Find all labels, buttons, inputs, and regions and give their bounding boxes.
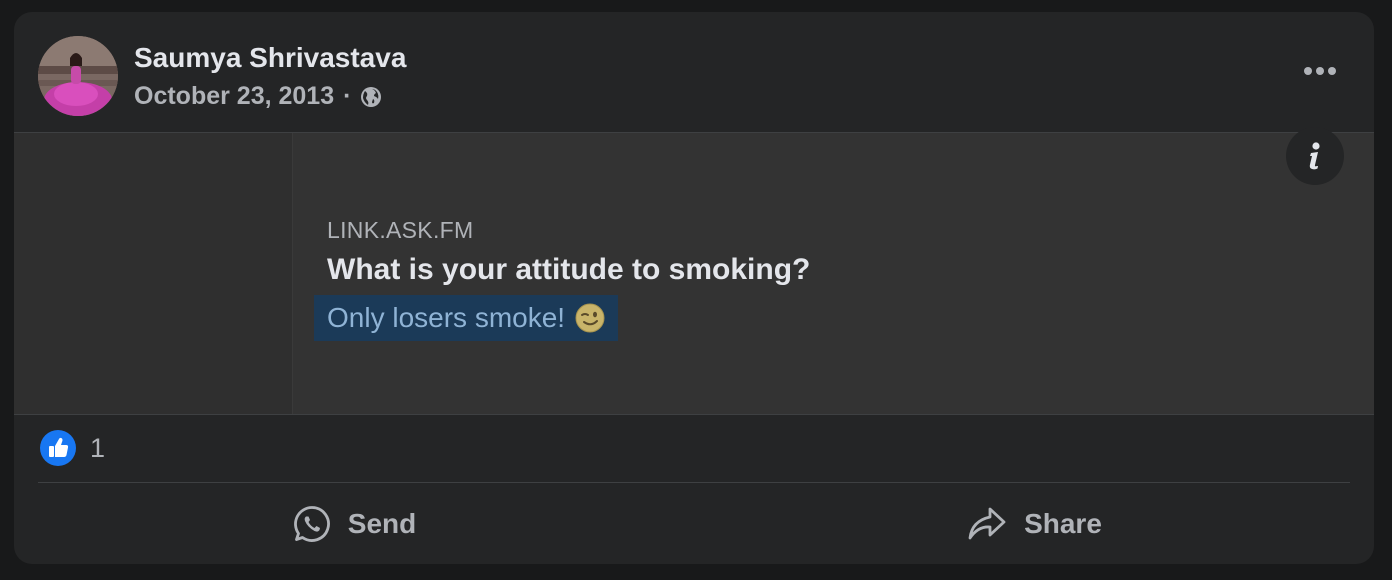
more-dots-icon bbox=[1304, 67, 1336, 75]
reactions-summary[interactable]: 1 bbox=[40, 430, 105, 466]
link-domain: LINK.ASK.FM bbox=[327, 217, 474, 243]
post-header: Saumya Shrivastava October 23, 2013 · bbox=[14, 12, 1374, 132]
post-date[interactable]: October 23, 2013 bbox=[134, 82, 334, 111]
actions-divider bbox=[38, 482, 1350, 483]
link-title[interactable]: What is your attitude to smoking? bbox=[327, 253, 810, 287]
like-count: 1 bbox=[90, 432, 106, 463]
meta-separator: · bbox=[343, 82, 352, 110]
link-preview[interactable]: LINK.ASK.FM What is your attitude to smo… bbox=[14, 127, 1374, 415]
link-thumbnail[interactable] bbox=[14, 133, 293, 414]
whatsapp-icon bbox=[293, 506, 330, 542]
send-label: Send bbox=[347, 508, 417, 539]
like-icon bbox=[40, 430, 76, 466]
send-button[interactable]: Send bbox=[14, 484, 694, 564]
author-name[interactable]: Saumya Shrivastava bbox=[134, 42, 406, 74]
info-icon bbox=[1309, 142, 1320, 170]
winking-face-icon bbox=[575, 303, 605, 333]
author-avatar[interactable] bbox=[38, 36, 118, 116]
post-meta: October 23, 2013 · bbox=[134, 82, 383, 111]
globe-icon[interactable] bbox=[359, 85, 383, 109]
info-button[interactable] bbox=[1286, 127, 1344, 185]
share-label: Share bbox=[1024, 508, 1102, 539]
link-description-text: Only losers smoke! bbox=[327, 302, 566, 333]
action-bar: Send Share bbox=[14, 484, 1374, 564]
post-card: Saumya Shrivastava October 23, 2013 · LI… bbox=[14, 12, 1374, 564]
more-options-button[interactable] bbox=[1296, 56, 1344, 86]
share-button[interactable]: Share bbox=[694, 484, 1374, 564]
link-description: Only losers smoke! bbox=[314, 295, 619, 341]
share-icon bbox=[968, 507, 1006, 540]
